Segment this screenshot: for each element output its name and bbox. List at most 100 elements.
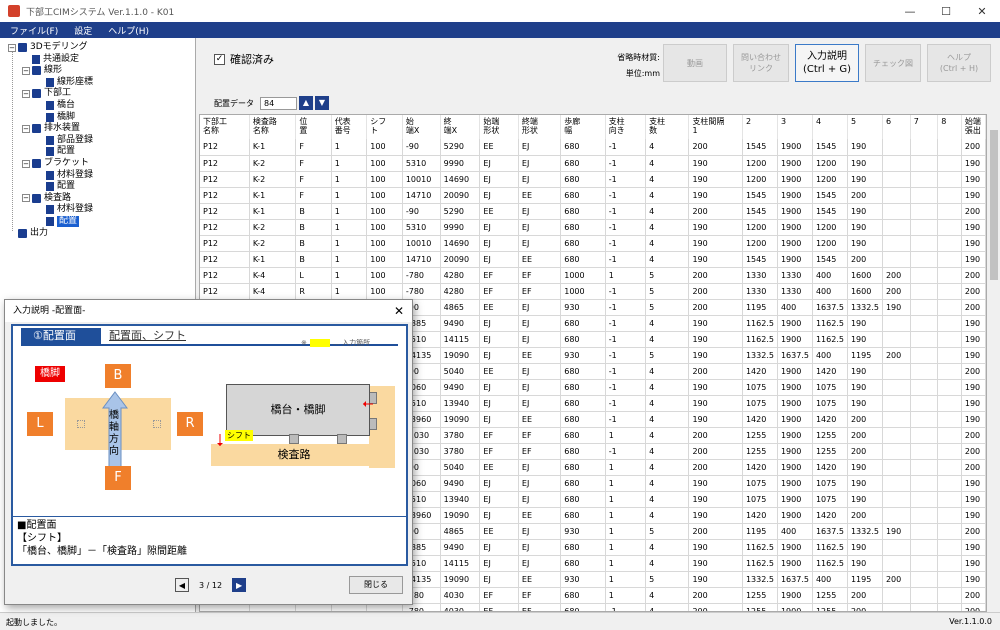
table-cell[interactable]: 1162.5 bbox=[812, 539, 848, 556]
table-cell[interactable]: 20090 bbox=[440, 187, 481, 204]
table-cell[interactable] bbox=[910, 443, 939, 460]
table-cell[interactable]: 10010 bbox=[402, 171, 441, 188]
table-row[interactable]: P12 K-1 B 1 100 14710 20090 EJ EE 680 -1 4 190 1545 19… bbox=[200, 251, 986, 268]
table-cell[interactable]: 200 bbox=[688, 523, 743, 540]
table-cell[interactable]: -1 bbox=[605, 299, 647, 316]
table-cell[interactable] bbox=[910, 251, 939, 268]
table-cell[interactable]: 1637.5 bbox=[812, 299, 848, 316]
table-row[interactable]: P12 K-1 F 1 100 14710 20090 EJ EE 680 -1 4 190 1545 19… bbox=[200, 187, 986, 204]
table-cell[interactable]: 4 bbox=[645, 603, 690, 611]
table-cell[interactable]: EJ bbox=[518, 219, 562, 236]
table-cell[interactable]: 4 bbox=[645, 155, 690, 172]
table-cell[interactable]: EF bbox=[518, 427, 562, 444]
table-cell[interactable]: 400 bbox=[812, 347, 848, 364]
table-cell[interactable]: 190 bbox=[847, 363, 883, 380]
table-cell[interactable]: EE bbox=[518, 571, 562, 588]
table-cell[interactable]: EJ bbox=[479, 235, 519, 252]
table-cell[interactable]: 200 bbox=[688, 443, 743, 460]
table-cell[interactable]: K-1 bbox=[249, 251, 297, 268]
table-cell[interactable]: 4030 bbox=[440, 603, 481, 611]
table-cell[interactable]: 1900 bbox=[777, 411, 813, 428]
table-cell[interactable]: -1 bbox=[605, 283, 647, 300]
table-cell[interactable]: 680 bbox=[560, 203, 606, 220]
table-row[interactable]: P12 K-2 F 1 100 10010 14690 EJ EJ 680 -1 4 190 1200 19… bbox=[200, 171, 986, 188]
table-cell[interactable]: EJ bbox=[479, 187, 519, 204]
table-cell[interactable]: 4 bbox=[645, 555, 690, 572]
table-cell[interactable]: 1200 bbox=[742, 155, 778, 172]
table-cell[interactable]: 100 bbox=[366, 251, 403, 268]
table-cell[interactable]: 200 bbox=[961, 427, 986, 444]
table-cell[interactable]: 1900 bbox=[777, 603, 813, 611]
table-cell[interactable]: 4 bbox=[645, 203, 690, 220]
table-cell[interactable]: 200 bbox=[961, 459, 986, 476]
table-cell[interactable]: 13940 bbox=[440, 395, 481, 412]
table-cell[interactable]: 190 bbox=[961, 507, 986, 524]
table-cell[interactable]: 190 bbox=[961, 219, 986, 236]
table-cell[interactable] bbox=[937, 219, 962, 236]
table-cell[interactable] bbox=[882, 155, 911, 172]
table-cell[interactable]: 200 bbox=[847, 251, 883, 268]
table-cell[interactable]: -780 bbox=[402, 267, 441, 284]
table-cell[interactable]: 1195 bbox=[847, 347, 883, 364]
table-cell[interactable]: 400 bbox=[777, 523, 813, 540]
placement-down-arrow[interactable]: ▼ bbox=[315, 96, 329, 110]
table-cell[interactable]: 1420 bbox=[812, 507, 848, 524]
table-cell[interactable]: EJ bbox=[518, 539, 562, 556]
table-cell[interactable] bbox=[937, 347, 962, 364]
table-cell[interactable]: 1420 bbox=[742, 363, 778, 380]
table-cell[interactable]: 200 bbox=[688, 363, 743, 380]
table-cell[interactable]: 200 bbox=[882, 283, 911, 300]
table-cell[interactable]: 200 bbox=[961, 443, 986, 460]
table-cell[interactable]: EF bbox=[518, 283, 562, 300]
table-cell[interactable]: L bbox=[295, 267, 332, 284]
tree-expander-icon[interactable]: − bbox=[22, 124, 30, 133]
column-header[interactable]: 8 bbox=[937, 115, 962, 139]
tree-node[interactable]: 橋台 bbox=[36, 100, 75, 111]
next-page-button[interactable]: ▶ bbox=[232, 578, 247, 592]
table-cell[interactable]: 190 bbox=[961, 571, 986, 588]
table-cell[interactable]: 200 bbox=[961, 587, 986, 604]
check-diagram-button[interactable]: チェック図 bbox=[865, 44, 921, 82]
table-cell[interactable]: 190 bbox=[961, 379, 986, 396]
animation-button[interactable]: 動画 bbox=[663, 44, 727, 82]
table-cell[interactable] bbox=[882, 459, 911, 476]
table-cell[interactable]: 190 bbox=[961, 555, 986, 572]
table-cell[interactable]: 190 bbox=[688, 315, 743, 332]
close-button[interactable]: ✕ bbox=[964, 0, 1000, 22]
table-cell[interactable]: 4 bbox=[645, 587, 690, 604]
table-cell[interactable]: 1255 bbox=[812, 427, 848, 444]
tree-expander-icon[interactable]: − bbox=[22, 66, 30, 75]
table-cell[interactable]: 1332.5 bbox=[847, 523, 883, 540]
table-cell[interactable]: 400 bbox=[812, 283, 848, 300]
table-cell[interactable]: 1545 bbox=[742, 139, 778, 156]
scrollbar-thumb[interactable] bbox=[990, 130, 998, 280]
table-cell[interactable]: 680 bbox=[560, 555, 606, 572]
tree-expander-icon[interactable]: − bbox=[22, 89, 30, 98]
table-cell[interactable] bbox=[882, 475, 911, 492]
table-cell[interactable]: 100 bbox=[366, 139, 403, 156]
table-cell[interactable]: 680 bbox=[560, 139, 606, 156]
table-cell[interactable]: 100 bbox=[366, 203, 403, 220]
table-cell[interactable]: -780 bbox=[402, 283, 441, 300]
table-cell[interactable]: 200 bbox=[847, 427, 883, 444]
table-cell[interactable]: 680 bbox=[560, 395, 606, 412]
table-cell[interactable]: 1000 bbox=[560, 283, 606, 300]
table-cell[interactable]: 190 bbox=[688, 219, 743, 236]
table-cell[interactable]: 5 bbox=[645, 523, 690, 540]
table-cell[interactable]: 14115 bbox=[440, 331, 481, 348]
table-cell[interactable]: 190 bbox=[688, 491, 743, 508]
table-cell[interactable]: EE bbox=[518, 251, 562, 268]
tree-expander-icon[interactable]: − bbox=[22, 194, 30, 203]
table-cell[interactable]: 1900 bbox=[777, 219, 813, 236]
table-cell[interactable]: P12 bbox=[200, 283, 250, 300]
table-cell[interactable]: 5 bbox=[645, 267, 690, 284]
table-cell[interactable] bbox=[910, 235, 939, 252]
table-cell[interactable]: 1162.5 bbox=[812, 315, 848, 332]
table-cell[interactable]: 190 bbox=[961, 411, 986, 428]
table-cell[interactable]: 4 bbox=[645, 443, 690, 460]
table-cell[interactable]: -1 bbox=[605, 379, 647, 396]
table-cell[interactable] bbox=[937, 379, 962, 396]
table-cell[interactable]: 190 bbox=[847, 475, 883, 492]
table-cell[interactable]: EE bbox=[479, 363, 519, 380]
table-cell[interactable]: 190 bbox=[961, 475, 986, 492]
